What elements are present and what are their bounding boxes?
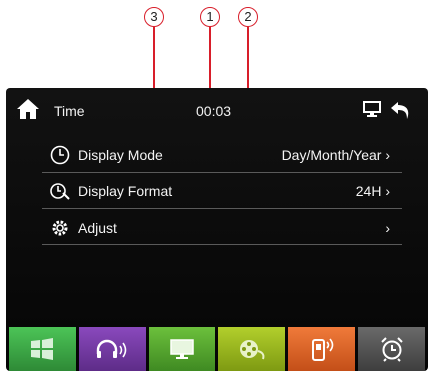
row-display-format[interactable]: Display Format 24H ›	[42, 174, 402, 208]
phone-icon	[311, 338, 334, 361]
display-format-value: 24H ›	[355, 183, 390, 199]
back-icon[interactable]	[390, 100, 412, 120]
home-icon[interactable]	[16, 97, 40, 121]
divider	[42, 172, 402, 173]
divider	[42, 244, 402, 245]
adjust-value: ›	[385, 220, 390, 236]
gear-icon	[52, 220, 68, 236]
page-title: Time	[54, 103, 85, 119]
callout-2: 2	[238, 7, 258, 27]
clock-readout: 00:03	[196, 103, 232, 119]
dock-tile-music[interactable]	[78, 327, 146, 371]
adjust-label: Adjust	[78, 220, 117, 236]
divider	[42, 208, 402, 209]
row-display-mode[interactable]: Display Mode Day/Month/Year ›	[42, 138, 402, 172]
alarm-clock-icon	[380, 337, 403, 362]
dock-tile-clock[interactable]	[358, 327, 425, 371]
chevron-right-icon: ›	[385, 183, 390, 199]
dock-tile-windows[interactable]	[9, 327, 76, 371]
windows-icon	[31, 338, 54, 360]
monitor-icon	[170, 339, 194, 359]
chevron-right-icon: ›	[385, 220, 390, 236]
chevron-right-icon: ›	[385, 147, 390, 163]
device-screen: Time 00:03 Display Mode Day/Month/Year ›…	[6, 88, 428, 371]
app-dock	[6, 327, 428, 371]
dock-tile-video[interactable]	[218, 327, 286, 371]
display-mode-label: Display Mode	[78, 147, 163, 163]
row-adjust[interactable]: Adjust ›	[42, 211, 402, 245]
clock-key-icon	[50, 183, 70, 200]
status-bar: Time 00:03	[6, 88, 428, 132]
headphones-icon	[97, 339, 127, 358]
dock-tile-display[interactable]	[148, 327, 216, 371]
callout-3: 3	[144, 7, 164, 27]
callout-1: 1	[200, 7, 220, 27]
display-icon[interactable]	[362, 100, 382, 118]
display-mode-value: Day/Month/Year ›	[281, 147, 390, 163]
display-format-label: Display Format	[78, 183, 173, 199]
dock-tile-phone[interactable]	[288, 327, 356, 371]
clock-icon	[50, 145, 70, 165]
film-reel-icon	[239, 340, 265, 360]
